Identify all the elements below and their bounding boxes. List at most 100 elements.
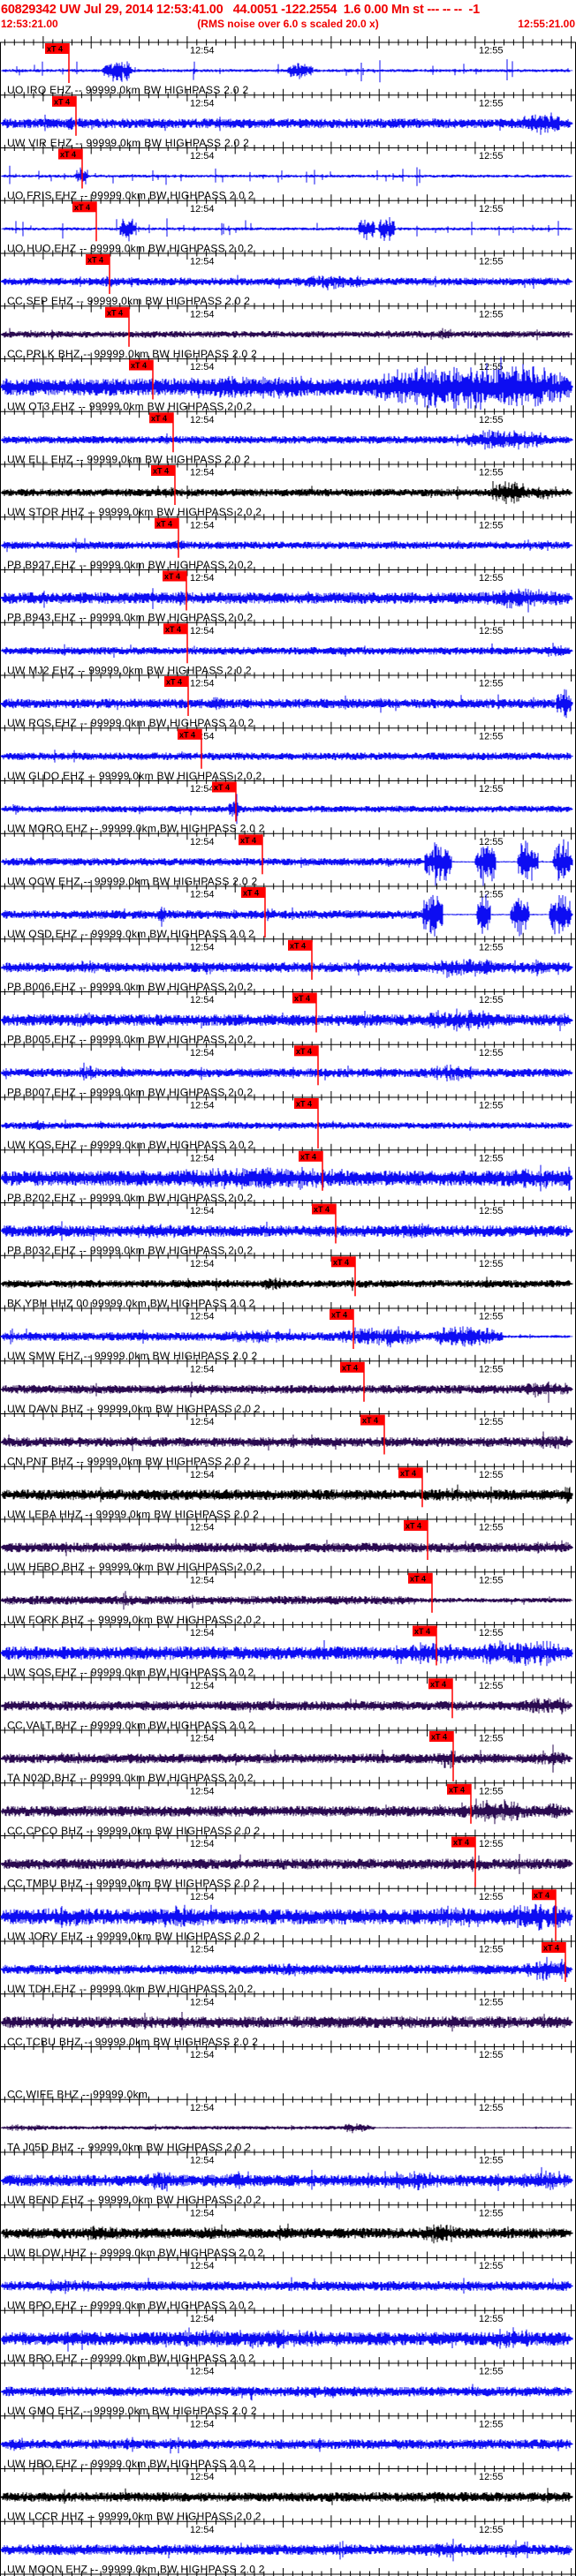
station-label: UW HBO EHZ -- 99999.0km BW HIGHPASS 2.0 … (7, 2458, 254, 2470)
pick-label: xT 4 (294, 994, 310, 1003)
station-label: UW MOON EHZ -- 99999.0km BW HIGHPASS 2.0… (7, 2563, 265, 2575)
station-label: UW SOS EHZ -- 99999.0km BW HIGHPASS 2.0 … (7, 1667, 254, 1679)
pick-label: xT 4 (153, 467, 169, 476)
trace-waveform[interactable] (0, 1008, 575, 1032)
trace-waveform[interactable] (0, 1744, 575, 1773)
trace-waveform[interactable] (0, 749, 575, 763)
trace-waveform[interactable] (0, 1956, 575, 1981)
station-label: PB B007 EHZ -- 99999.0km BW HIGHPASS 2.0… (7, 1086, 254, 1098)
time-label: 12:54 (190, 98, 215, 109)
trace-waveform[interactable] (0, 112, 575, 135)
time-label: 12:55 (479, 1681, 504, 1691)
time-label: 12:54 (190, 784, 215, 795)
trace-waveform[interactable] (0, 643, 575, 658)
time-label: 12:55 (479, 2103, 504, 2113)
time-label: 12:54 (190, 1259, 215, 1269)
trace-waveform[interactable] (0, 2277, 575, 2294)
time-label: 12:54 (190, 1786, 215, 1796)
trace-waveform[interactable] (0, 1062, 575, 1081)
time-label: 12:54 (190, 1470, 215, 1480)
pick-label: xT 4 (449, 1785, 465, 1794)
time-label: 12:54 (190, 1628, 215, 1638)
pick-label: xT 4 (300, 1152, 316, 1161)
trace-waveform[interactable] (0, 328, 575, 341)
trace-waveform[interactable] (0, 165, 575, 186)
time-label: 12:55 (479, 1153, 504, 1164)
time-label: 12:54 (190, 1997, 215, 2007)
trace-waveform[interactable] (0, 1119, 575, 1131)
trace-waveform[interactable] (0, 1640, 575, 1667)
time-label: 12:55 (479, 942, 504, 953)
time-label: 12:54 (190, 520, 215, 531)
pick-label: xT 4 (74, 203, 90, 212)
pick-label: xT 4 (314, 1205, 330, 1214)
trace-waveform[interactable] (0, 275, 575, 290)
trace-waveform[interactable] (0, 481, 575, 504)
time-label: 12:54 (190, 2419, 215, 2429)
trace-waveform[interactable] (0, 1431, 575, 1451)
trace-waveform[interactable] (0, 1277, 575, 1292)
trace-waveform[interactable] (0, 1221, 575, 1241)
time-label: 12:54 (190, 1892, 215, 1902)
time-label: 12:55 (479, 1312, 504, 1322)
time-label: 12:55 (479, 837, 504, 847)
trace-waveform[interactable] (0, 217, 575, 242)
time-label: 12:54 (190, 1153, 215, 1164)
trace-waveform[interactable] (0, 2223, 575, 2244)
station-label: UW KOS EHZ -- 99999.0km BW HIGHPASS 2.0 … (7, 1139, 254, 1151)
time-label: 12:54 (190, 1839, 215, 1849)
time-label: 12:54 (190, 1681, 215, 1691)
station-label: UW BRO EHZ -- 99999.0km BW HIGHPASS 2.0 … (7, 2352, 254, 2364)
station-label: UO FRIS EHZ -- 99999.0km BW HIGHPASS 2.0… (7, 190, 254, 202)
trace-waveform[interactable] (0, 588, 575, 613)
trace-waveform[interactable] (0, 1381, 575, 1404)
trace-waveform[interactable] (0, 2488, 575, 2505)
trace-waveform[interactable] (0, 1697, 575, 1714)
time-label: 12:54 (190, 1312, 215, 1322)
time-label: 12:55 (479, 995, 504, 1006)
trace-waveform[interactable] (0, 1854, 575, 1874)
time-label: 12:54 (190, 2367, 215, 2377)
time-label: 12:55 (479, 151, 504, 162)
trace-waveform[interactable] (0, 794, 575, 825)
station-label: UW SMW EHZ -- 99999.0km BW HIGHPASS 2.0 … (7, 1350, 257, 1362)
trace-waveform[interactable] (0, 2327, 575, 2352)
trace-waveform[interactable] (0, 1164, 575, 1192)
trace-waveform[interactable] (0, 1903, 575, 1931)
trace-waveform[interactable] (0, 2012, 575, 2032)
trace-waveform[interactable] (0, 538, 575, 553)
time-label: 12:55 (479, 1892, 504, 1902)
time-label: 12:55 (479, 679, 504, 689)
trace-waveform[interactable] (0, 2123, 575, 2134)
trace-waveform[interactable] (0, 2437, 575, 2454)
trace-waveform[interactable] (0, 1484, 575, 1504)
pick-label: xT 4 (414, 1627, 430, 1636)
time-label: 12:54 (190, 2314, 215, 2324)
station-label: BK YBH HHZ 00 99999.0km BW HIGHPASS 2.0 … (7, 1297, 255, 1309)
trace-waveform[interactable] (0, 689, 575, 719)
station-label: UO IRQ EHZ -- 99999.0km BW HIGHPASS 2.0 … (7, 84, 249, 96)
pick-label: xT 4 (410, 1574, 426, 1583)
trace-waveform[interactable] (0, 2538, 575, 2562)
station-label: UW BPO EHZ -- 99999.0km BW HIGHPASS 2.0 … (7, 2300, 254, 2312)
trace-waveform[interactable] (0, 59, 575, 83)
trace-waveform[interactable] (0, 2384, 575, 2401)
trace-waveform[interactable] (0, 1798, 575, 1825)
station-label: UW GLDO EHZ -- 99999.0km BW HIGHPASS 2.0… (7, 770, 261, 782)
time-label: 12:55 (479, 98, 504, 109)
time-label: 12:54 (190, 257, 215, 267)
trace-waveform[interactable] (0, 429, 575, 450)
time-label: 12:55 (479, 415, 504, 426)
station-label: UW LCCR HHZ -- 99999.0km BW HIGHPASS 2.0… (7, 2511, 261, 2523)
trace-waveform[interactable] (0, 1326, 575, 1348)
pick-label: xT 4 (400, 1469, 416, 1478)
station-label: UW VIR EHZ -- 99999.0km BW HIGHPASS 2.0 … (7, 137, 249, 149)
pick-label: xT 4 (453, 1838, 469, 1847)
trace-waveform[interactable] (0, 1538, 575, 1556)
time-label: 12:54 (190, 362, 215, 373)
trace-waveform[interactable] (0, 1591, 575, 1610)
trace-waveform[interactable] (0, 2166, 575, 2192)
time-label: 12:55 (479, 784, 504, 795)
time-label: 12:54 (190, 204, 215, 215)
trace-waveform[interactable] (0, 959, 575, 978)
